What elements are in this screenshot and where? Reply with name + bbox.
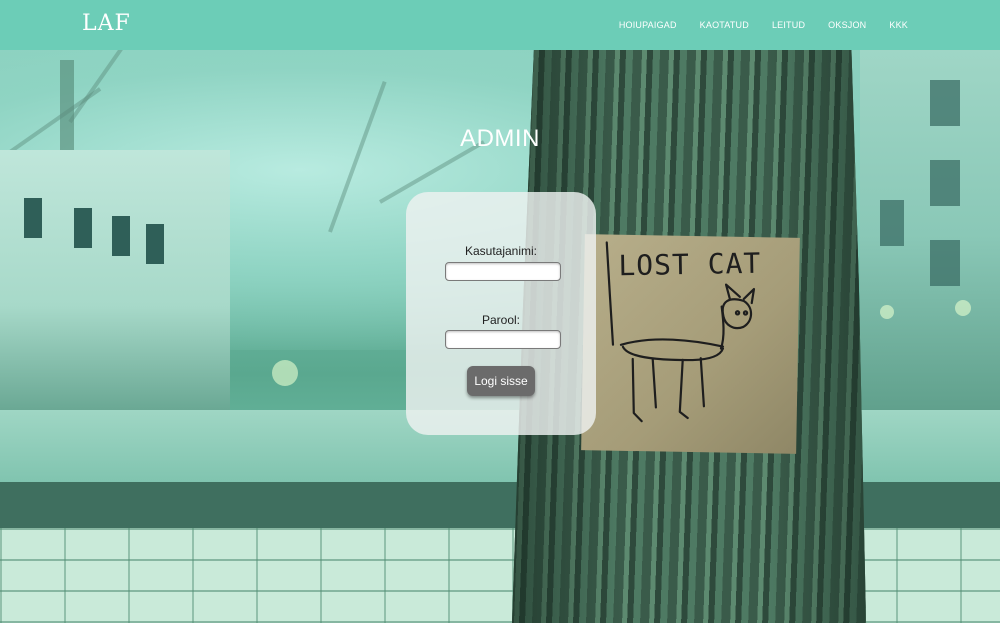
building-window xyxy=(930,80,960,126)
bokeh-light xyxy=(272,360,298,386)
page-title: ADMIN xyxy=(460,125,540,152)
password-input[interactable] xyxy=(445,330,561,349)
username-input[interactable] xyxy=(445,262,561,281)
password-label: Parool: xyxy=(481,313,521,327)
bokeh-light xyxy=(880,305,894,319)
main-nav: HOIUPAIGAD KAOTATUD LEITUD OKSJON KKK xyxy=(596,0,908,50)
username-label: Kasutajanimi: xyxy=(464,244,538,258)
building-window xyxy=(930,160,960,206)
login-button[interactable]: Logi sisse xyxy=(467,366,535,396)
nav-link-leitud[interactable]: LEITUD xyxy=(772,20,805,30)
background-building xyxy=(0,150,230,458)
nav-link-kkk[interactable]: KKK xyxy=(889,20,908,30)
building-window xyxy=(146,224,164,264)
background-building xyxy=(860,50,1000,420)
nav-link-hoiupaigad[interactable]: HOIUPAIGAD xyxy=(619,20,677,30)
building-window xyxy=(880,200,904,246)
top-navbar: LAF HOIUPAIGAD KAOTATUD LEITUD OKSJON KK… xyxy=(0,0,1000,50)
building-window xyxy=(74,208,92,248)
building-window xyxy=(24,198,42,238)
nav-link-oksjon[interactable]: OKSJON xyxy=(828,20,866,30)
nav-link-kaotatud[interactable]: KAOTATUD xyxy=(700,20,749,30)
login-form: Kasutajanimi: Parool: Logi sisse xyxy=(406,192,596,435)
bokeh-light xyxy=(955,300,971,316)
lost-cat-sign: LOST CAT xyxy=(581,234,800,454)
building-window xyxy=(112,216,130,256)
sign-text: LOST CAT xyxy=(618,246,762,283)
building-window xyxy=(930,240,960,286)
site-logo[interactable]: LAF xyxy=(82,11,131,36)
